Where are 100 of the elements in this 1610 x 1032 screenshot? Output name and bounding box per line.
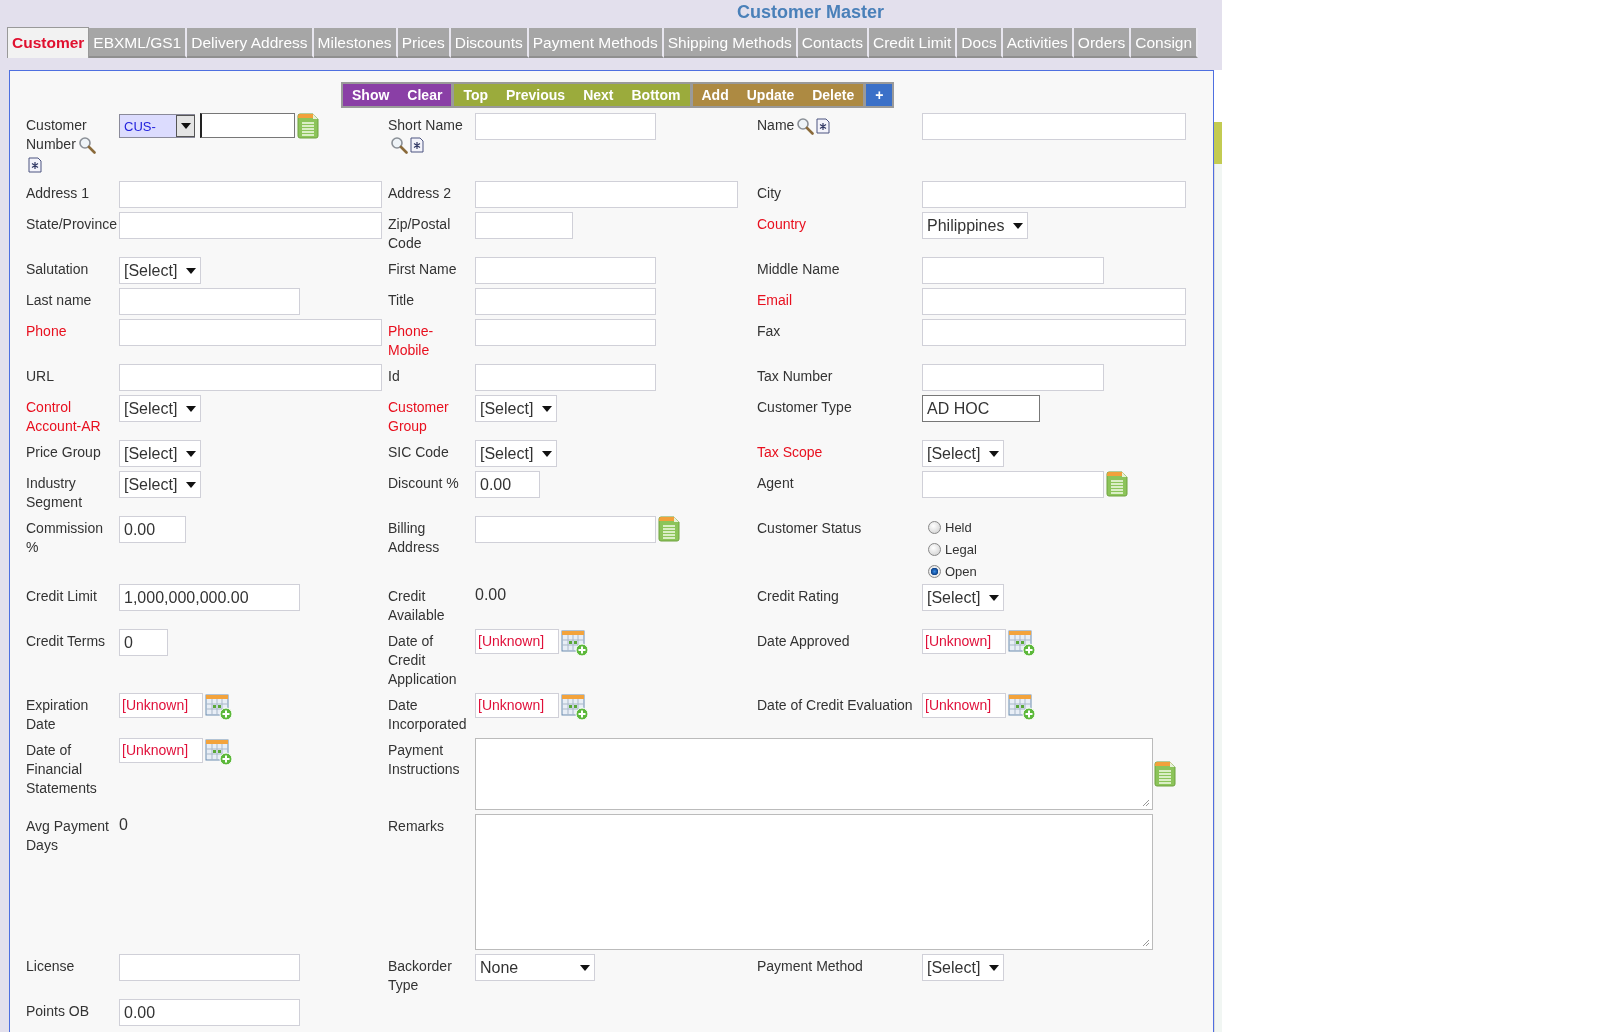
- document-icon[interactable]: [297, 113, 319, 139]
- date-field[interactable]: [Unknown]: [922, 629, 1006, 654]
- field-label: Agent: [757, 475, 794, 491]
- tab[interactable]: Customer: [7, 27, 90, 58]
- input-field[interactable]: 0.00: [119, 999, 300, 1026]
- field-label: Price Group: [26, 444, 101, 460]
- field-label: Customer Status: [757, 520, 862, 536]
- field-label: Last name: [26, 292, 92, 308]
- date-field[interactable]: [Unknown]: [119, 738, 203, 763]
- toolbar-button[interactable]: Clear: [398, 84, 452, 106]
- field-label: Phone: [26, 323, 67, 339]
- form-icon[interactable]: [28, 156, 42, 173]
- toolbar-button[interactable]: Show: [343, 84, 399, 106]
- calendar-icon[interactable]: [1008, 693, 1036, 721]
- field-label: City: [757, 185, 782, 201]
- radio-button[interactable]: [928, 565, 941, 578]
- field-label: Discount %: [388, 475, 459, 491]
- toolbar-button[interactable]: Delete: [803, 84, 864, 106]
- field-label: Tax Number: [757, 368, 833, 384]
- field-label: First Name: [388, 261, 457, 277]
- caret-icon: [1013, 222, 1023, 229]
- document-icon[interactable]: [658, 516, 680, 542]
- toolbar-button[interactable]: Previous: [497, 84, 575, 106]
- calendar-icon[interactable]: [561, 693, 589, 721]
- field-label: Country: [757, 216, 807, 232]
- caret-icon: [186, 450, 196, 457]
- calendar-icon[interactable]: [205, 693, 233, 721]
- dropdown[interactable]: [Select]: [475, 440, 557, 467]
- date-field[interactable]: [Unknown]: [922, 693, 1006, 718]
- dropdown[interactable]: [Select]: [119, 440, 201, 467]
- date-field[interactable]: [Unknown]: [475, 629, 559, 654]
- search-icon[interactable]: [796, 117, 815, 136]
- field-label: Salutation: [26, 261, 89, 277]
- document-icon[interactable]: [1154, 761, 1176, 787]
- form-icon[interactable]: [410, 137, 424, 154]
- input-field[interactable]: [200, 113, 295, 138]
- dropdown[interactable]: [Select]: [922, 954, 1004, 981]
- search-icon[interactable]: [390, 136, 408, 155]
- input-field[interactable]: 0.00: [119, 516, 186, 543]
- dropdown[interactable]: [Select]: [922, 584, 1004, 611]
- toolbar-button[interactable]: Top: [454, 84, 497, 106]
- resize-handle-icon[interactable]: [1142, 939, 1150, 947]
- field-label: Credit Available: [388, 588, 445, 623]
- dropdown[interactable]: [Select]: [119, 471, 201, 498]
- resize-handle-icon[interactable]: [1142, 799, 1150, 807]
- radio-button[interactable]: [928, 543, 941, 556]
- dropdown[interactable]: [Select]: [475, 395, 557, 422]
- caret-icon: [180, 123, 191, 129]
- caret-icon: [542, 405, 552, 412]
- toolbar-button[interactable]: +: [866, 84, 893, 106]
- field-label: Id: [388, 368, 400, 384]
- dropdown[interactable]: Philippines: [922, 212, 1028, 239]
- field-label: Backorder Type: [388, 958, 452, 993]
- field-label: License: [26, 958, 75, 974]
- field-label: Avg Payment Days: [26, 818, 109, 853]
- input-field[interactable]: AD HOC: [922, 395, 1040, 422]
- calendar-icon[interactable]: [205, 738, 233, 766]
- caret-icon: [989, 594, 999, 601]
- dropdown[interactable]: [Select]: [119, 395, 201, 422]
- field-label: Date of Credit Application: [388, 633, 457, 687]
- page-title: Customer Master: [737, 2, 885, 22]
- toolbar-button[interactable]: Bottom: [622, 84, 690, 106]
- toolbar-button[interactable]: Add: [692, 84, 738, 106]
- caret-icon: [542, 450, 552, 457]
- field-label: Title: [388, 292, 414, 308]
- dropdown[interactable]: [Select]: [119, 257, 201, 284]
- caret-icon: [580, 964, 590, 971]
- input-field[interactable]: 0.00: [475, 471, 540, 498]
- dropdown[interactable]: None: [475, 954, 595, 981]
- field-label: Credit Limit: [26, 588, 97, 604]
- field-label: Zip/Postal Code: [388, 216, 451, 251]
- field-label: Tax Scope: [757, 444, 823, 460]
- date-field[interactable]: [Unknown]: [119, 693, 203, 718]
- form-icon[interactable]: [816, 118, 831, 135]
- radio-label: Open: [945, 563, 977, 580]
- prefix-dropdown[interactable]: CUS-: [119, 114, 195, 138]
- text-area[interactable]: [475, 738, 1153, 810]
- document-icon[interactable]: [1106, 471, 1128, 497]
- field-label: SIC Code: [388, 444, 449, 460]
- calendar-icon[interactable]: [561, 629, 589, 657]
- caret-icon: [989, 964, 999, 971]
- field-label: Phone-Mobile: [388, 323, 434, 358]
- caret-icon: [186, 405, 196, 412]
- field-label: Date of Credit Evaluation: [757, 697, 913, 713]
- field-label: Credit Rating: [757, 588, 839, 604]
- input-field[interactable]: 0: [119, 629, 168, 656]
- field-label: Email: [757, 292, 792, 308]
- date-field[interactable]: [Unknown]: [475, 693, 559, 718]
- toolbar-button[interactable]: Update: [737, 84, 804, 106]
- field-label: Expiration Date: [26, 697, 89, 732]
- calendar-icon[interactable]: [1008, 629, 1036, 657]
- toolbar-button[interactable]: Next: [574, 84, 623, 106]
- field-label: Address 1: [26, 185, 90, 201]
- dropdown[interactable]: [Select]: [922, 440, 1004, 467]
- radio-button[interactable]: [928, 521, 941, 534]
- field-label: Name: [757, 117, 795, 133]
- input-field[interactable]: 1,000,000,000.00: [119, 584, 300, 611]
- radio-label: Held: [945, 519, 972, 536]
- field-label: Date of Financial Statements: [26, 742, 97, 796]
- search-icon[interactable]: [77, 136, 96, 155]
